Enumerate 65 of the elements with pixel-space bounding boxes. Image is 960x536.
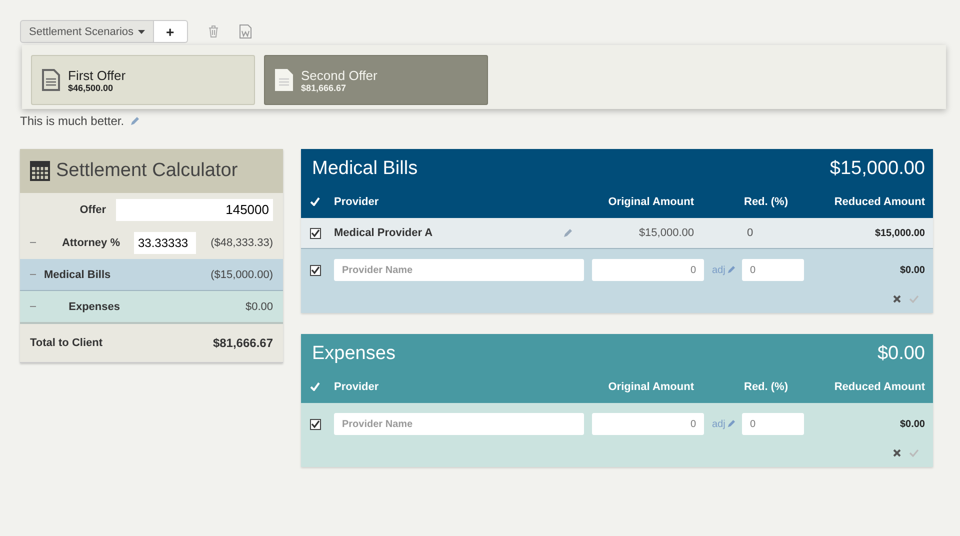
panel-title: Expenses: [312, 343, 396, 365]
reduced-amount: $15,000.00: [874, 228, 925, 238]
column-header: Red. (%): [743, 196, 789, 208]
scenario-amount: $81,666.67: [301, 82, 348, 92]
original-amount-field[interactable]: 0: [592, 413, 704, 435]
document-icon: [275, 69, 293, 91]
reduction-field[interactable]: 0: [742, 413, 804, 435]
reduction-field[interactable]: 0: [742, 259, 804, 281]
minus-icon: [30, 274, 36, 275]
reduction-percent: 0: [746, 227, 754, 239]
check-icon[interactable]: [909, 295, 919, 303]
scenario-card[interactable]: First Offer $46,500.00: [31, 55, 255, 105]
caret-icon: [138, 30, 145, 34]
document-icon: [42, 69, 60, 91]
attorney-percent-field[interactable]: 33.33333: [134, 232, 196, 254]
trash-icon[interactable]: [208, 25, 219, 38]
scenario-amount: $46,500.00: [68, 82, 114, 92]
checkbox[interactable]: [310, 228, 321, 238]
close-icon[interactable]: [893, 295, 901, 303]
original-amount-field[interactable]: 0: [592, 259, 704, 281]
panel-total: $0.00: [877, 343, 925, 365]
row-label: Attorney %: [60, 236, 120, 248]
check-icon[interactable]: [909, 449, 919, 457]
scenario-note: This is much better.: [20, 114, 124, 128]
reduced-amount: $0.00: [898, 418, 925, 430]
scenarios-dropdown-button[interactable]: Settlement Scenarios: [20, 20, 154, 43]
provider-name-field[interactable]: Provider Name: [334, 413, 584, 435]
row-amount: $0.00: [245, 300, 273, 312]
offer-field[interactable]: 145000: [116, 198, 273, 220]
pencil-icon[interactable]: [130, 116, 140, 126]
word-document-icon[interactable]: [238, 24, 252, 39]
column-header: Reduced Amount: [833, 196, 925, 208]
pencil-icon[interactable]: [563, 228, 572, 238]
column-header: Reduced Amount: [833, 380, 925, 392]
reduced-amount: $0.00: [898, 264, 925, 276]
row-label: Expenses: [68, 300, 120, 312]
pencil-icon[interactable]: [727, 266, 736, 274]
calculator-icon: [30, 161, 50, 181]
minus-icon: [30, 242, 36, 243]
pencil-icon[interactable]: [727, 420, 736, 428]
column-header: Original Amount: [607, 196, 694, 208]
column-header: Red. (%): [743, 380, 789, 392]
calculator-title: Settlement Calculator: [56, 160, 238, 182]
row-label: Offer: [78, 204, 106, 216]
column-header: Original Amount: [607, 380, 694, 392]
row-amount: ($48,333.33): [210, 236, 273, 248]
scenario-name: First Offer: [68, 68, 126, 82]
checkbox[interactable]: [310, 264, 321, 276]
panel-total: $15,000.00: [830, 158, 925, 180]
checkbox[interactable]: [310, 418, 321, 430]
row-label: Medical Bills: [44, 268, 112, 280]
original-amount: $15,000.00: [638, 227, 694, 239]
total-amount: $81,666.67: [212, 336, 273, 350]
provider-name-field[interactable]: Provider Name: [334, 259, 584, 281]
scenario-name: Second Offer: [301, 68, 378, 82]
add-button[interactable]: +: [154, 20, 188, 43]
minus-icon: [30, 306, 36, 307]
total-label: Total to Client: [30, 337, 103, 349]
scenario-card[interactable]: Second Offer $81,666.67: [264, 55, 488, 105]
column-header: Provider: [334, 380, 380, 392]
provider-name: Medical Provider A: [334, 227, 433, 239]
close-icon[interactable]: [893, 449, 901, 457]
row-amount: ($15,000.00): [210, 268, 273, 280]
panel-title: Medical Bills: [312, 158, 418, 180]
column-header: Provider: [334, 196, 380, 208]
